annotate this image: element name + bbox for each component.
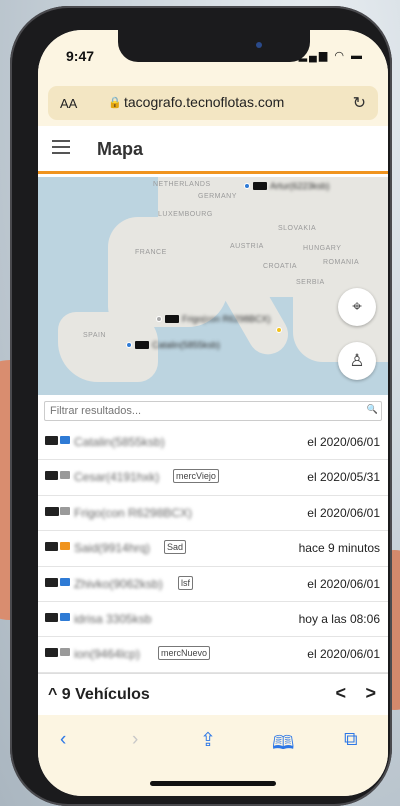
map-label: CROATIA [263, 263, 298, 270]
next-page-button[interactable]: > [365, 683, 376, 704]
phone-screen: 9:47 ▂▄▆ ◠ ▬ AA 🔒 tacografo.tecnoflotas.… [38, 30, 388, 796]
filter-bar: 🔍 [38, 395, 388, 425]
browser-address-bar: AA 🔒 tacografo.tecnoflotas.com ↻ [38, 80, 388, 126]
driver-button[interactable]: ♙ [338, 342, 376, 380]
marker-label: Catalin(5855ksb) [152, 340, 221, 350]
vehicle-list: Catalin(5855ksb) el 2020/06/01 Cesar(419… [38, 425, 388, 673]
list-item[interactable]: Zhivko(9062ksb) lsf el 2020/06/01 [38, 567, 388, 602]
vehicle-date: el 2020/06/01 [307, 435, 380, 449]
truck-icon [45, 577, 58, 587]
vehicle-name: Frigo(con R6298BCX) [74, 505, 193, 520]
home-indicator [150, 781, 276, 786]
list-item[interactable]: idrisa 3305ksb hoy a las 08:06 [38, 602, 388, 638]
prev-page-button[interactable]: < [335, 683, 346, 704]
card-icon [60, 612, 70, 621]
card-icon [60, 506, 70, 515]
vehicle-name: idrisa 3305ksb [74, 611, 152, 626]
truck-icon [253, 182, 267, 190]
driver-icon: ♙ [349, 351, 365, 370]
status-time: 9:47 [66, 48, 95, 64]
vehicle-date: el 2020/06/01 [307, 505, 380, 520]
vehicle-name: ion(9464lcp) [74, 647, 141, 662]
text-size-button[interactable]: AA [60, 96, 77, 111]
vehicle-tag: mercViejo [173, 469, 219, 484]
truck-icon [45, 471, 58, 481]
land-france [108, 217, 228, 327]
app-header: Mapa [38, 126, 388, 174]
reload-icon[interactable]: ↻ [353, 93, 366, 113]
search-icon: 🔍 [366, 404, 378, 414]
marker-label: Artur(6223ksb) [270, 181, 330, 191]
list-item[interactable]: Catalin(5855ksb) el 2020/06/01 [38, 425, 388, 461]
vehicle-tag: lsf [178, 575, 193, 590]
lock-icon: 🔒 [108, 97, 122, 109]
truck-icon [135, 341, 149, 349]
vehicle-date: el 2020/05/31 [307, 470, 380, 485]
location-dot-icon [244, 183, 250, 189]
map-label: SERBIA [296, 279, 325, 286]
vehicle-name: Zhivko(9062ksb) [74, 576, 163, 591]
card-icon [60, 577, 70, 586]
share-icon[interactable]: ⇪ [200, 729, 216, 752]
van-icon [165, 315, 179, 323]
location-dot-icon[interactable] [276, 327, 282, 333]
truck-icon [45, 436, 58, 445]
signal-wifi-battery-icon: ▂▄▆ ◠ ▬ [298, 50, 364, 62]
url-field[interactable]: AA 🔒 tacografo.tecnoflotas.com ↻ [48, 86, 378, 120]
filter-input[interactable] [44, 401, 382, 421]
map-label: HUNGARY [303, 245, 342, 252]
notch [118, 30, 310, 62]
vehicle-date: hoy a las 08:06 [298, 611, 380, 626]
map-label: SPAIN [83, 332, 106, 339]
map-marker[interactable]: Catalin(5855ksb) [126, 340, 220, 350]
vehicle-name: Said(9914hrq) [74, 541, 151, 556]
vehicle-name: Cesar(4191hxk) [74, 470, 160, 485]
map-marker[interactable]: Frigo(con R6298BCX) [156, 314, 271, 324]
url-text: tacografo.tecnoflotas.com [124, 94, 285, 110]
list-item[interactable]: Cesar(4191hxk) mercViejo el 2020/05/31 [38, 460, 388, 496]
list-item[interactable]: Said(9914hrq) Sad hace 9 minutos [38, 531, 388, 567]
map-label: AUSTRIA [230, 243, 264, 250]
location-dot-icon [156, 316, 162, 322]
vehicle-name: Catalin(5855ksb) [74, 435, 165, 449]
truck-icon [45, 612, 58, 622]
map-view[interactable]: NETHERLANDS GERMANY LUXEMBOURG SLOVAKIA … [38, 177, 388, 395]
forward-icon[interactable]: › [132, 729, 138, 751]
page-title: Mapa [97, 139, 144, 159]
tabs-icon[interactable]: ⧉ [344, 729, 358, 751]
list-item[interactable]: ion(9464lcp) mercNuevo el 2020/06/01 [38, 637, 388, 673]
list-footer: ^ 9 Vehículos < > [38, 673, 388, 715]
vehicle-tag: Sad [164, 540, 187, 555]
map-label: LUXEMBOURG [158, 211, 213, 218]
vehicle-tag: mercNuevo [158, 646, 211, 661]
map-marker[interactable]: Artur(6223ksb) [244, 181, 330, 191]
card-icon [60, 542, 70, 551]
vehicle-date: hace 9 minutos [298, 541, 380, 556]
locate-button[interactable]: ⌖ [338, 288, 376, 326]
vehicle-count-toggle[interactable]: ^ 9 Vehículos [48, 686, 150, 704]
map-label: NETHERLANDS [153, 181, 211, 188]
phone-frame: 9:47 ▂▄▆ ◠ ▬ AA 🔒 tacografo.tecnoflotas.… [10, 6, 392, 806]
bookmarks-icon[interactable]: 🕮 [272, 729, 294, 761]
truck-icon [45, 648, 58, 658]
card-icon [60, 471, 70, 480]
card-icon [60, 436, 70, 444]
van-icon [45, 506, 59, 516]
back-icon[interactable]: ‹ [60, 729, 66, 751]
vehicle-date: el 2020/06/01 [307, 576, 380, 591]
vehicle-date: el 2020/06/01 [307, 647, 380, 662]
photo-scene: 9:47 ▂▄▆ ◠ ▬ AA 🔒 tacografo.tecnoflotas.… [0, 0, 400, 806]
map-label: GERMANY [198, 193, 237, 200]
location-dot-icon [126, 342, 132, 348]
crosshair-icon: ⌖ [352, 297, 362, 316]
camera-icon [256, 42, 262, 48]
hamburger-menu-icon[interactable] [52, 140, 70, 154]
map-label: FRANCE [135, 249, 167, 256]
marker-label: Frigo(con R6298BCX) [182, 314, 271, 324]
list-item[interactable]: Frigo(con R6298BCX) el 2020/06/01 [38, 496, 388, 532]
map-label: ROMANIA [323, 259, 360, 266]
card-icon [60, 648, 70, 657]
map-label: SLOVAKIA [278, 225, 317, 232]
truck-icon [45, 542, 58, 552]
